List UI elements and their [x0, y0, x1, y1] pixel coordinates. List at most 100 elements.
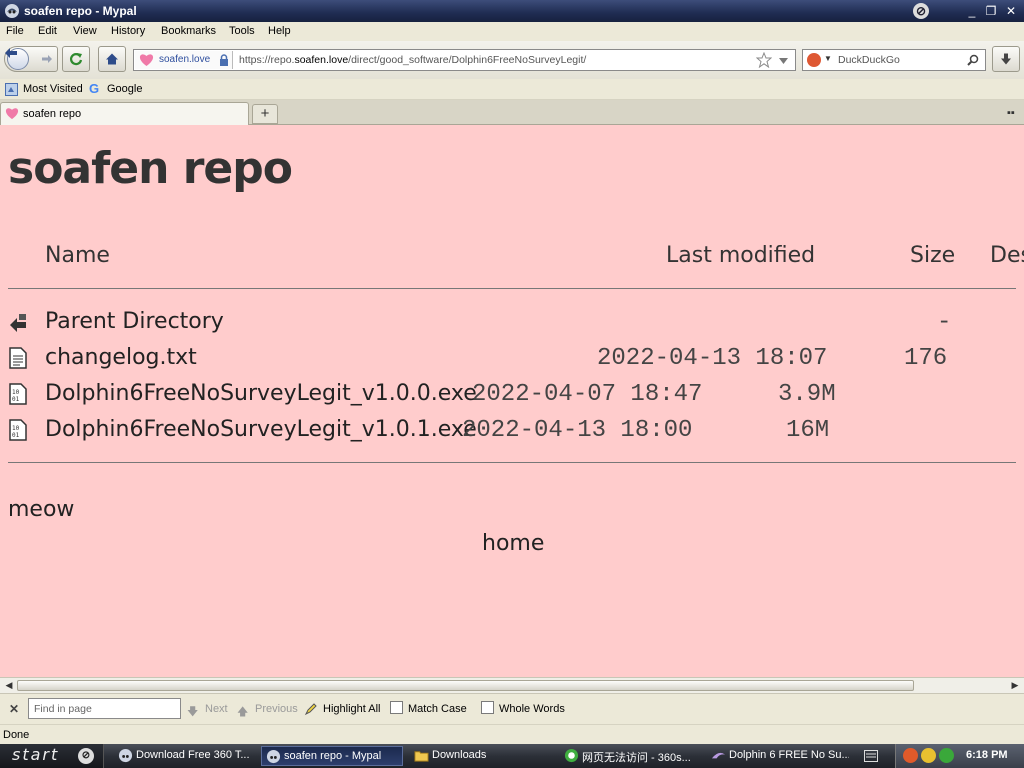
taskbar-item-label: Downloads [432, 749, 487, 761]
scroll-right-icon[interactable]: ▶ [1008, 679, 1022, 692]
column-header-name[interactable]: Name [45, 243, 110, 268]
reload-button[interactable] [62, 46, 90, 72]
tab-list-icon[interactable]: ▪▪ [1007, 107, 1015, 119]
find-bar: ✕ Find in page 🡇 Next 🡅 Previous Highlig… [0, 693, 1024, 724]
engine-dropdown-icon[interactable]: ▼ [824, 54, 832, 63]
file-link-exe-v101[interactable]: Dolphin6FreeNoSurveyLegit_v1.0.1.exe [45, 417, 477, 442]
minimize-button[interactable]: _ [963, 3, 981, 19]
taskbar-item-dolphin[interactable]: Dolphin 6 FREE No Su... [707, 746, 849, 766]
highlighter-icon [304, 703, 317, 716]
close-button[interactable]: ✕ [1002, 3, 1020, 19]
mypal-app-icon [266, 749, 281, 764]
column-header-size[interactable]: Size [910, 243, 955, 268]
bookmark-most-visited[interactable]: Most Visited [23, 83, 83, 95]
taskbar-item-label: soafen repo - Mypal [284, 750, 382, 762]
tray-green-icon[interactable] [939, 748, 954, 763]
file-link-exe-v100[interactable]: Dolphin6FreeNoSurveyLegit_v1.0.0.exe [45, 381, 477, 406]
bookmark-star-icon[interactable] [756, 52, 772, 68]
search-icon[interactable] [967, 54, 979, 66]
menu-bar: File Edit View History Bookmarks Tools H… [0, 22, 1024, 41]
scrollbar-thumb[interactable] [17, 680, 914, 691]
tray-orange-icon[interactable] [903, 748, 918, 763]
home-link[interactable]: home [482, 531, 544, 556]
taskbar-item-360-browser[interactable]: 网页无法访问 - 360s... [560, 746, 702, 766]
match-case-checkbox[interactable] [390, 701, 403, 714]
new-tab-button[interactable]: + [252, 104, 278, 124]
google-icon: G [89, 81, 100, 96]
match-case-label[interactable]: Match Case [408, 703, 467, 715]
download-arrow-icon [1001, 53, 1011, 65]
find-previous-button[interactable]: Previous [255, 703, 298, 715]
highlight-all-button[interactable]: Highlight All [323, 703, 380, 715]
keyboard-icon[interactable] [864, 750, 878, 762]
os-logo-icon[interactable]: ⊘ [913, 3, 929, 19]
url-domain: soafen.love [294, 54, 349, 66]
menu-tools[interactable]: Tools [229, 25, 255, 37]
close-find-bar-icon[interactable]: ✕ [9, 702, 19, 716]
menu-bookmarks[interactable]: Bookmarks [161, 25, 216, 37]
taskbar-item-label: Dolphin 6 FREE No Su... [729, 749, 849, 761]
system-tray: 6:18 PM [895, 744, 1024, 768]
file-link-changelog[interactable]: changelog.txt [45, 345, 197, 370]
scroll-left-icon[interactable]: ◀ [2, 679, 16, 692]
address-bar[interactable]: soafen.love https://repo.soafen.love/dir… [133, 49, 796, 71]
tray-yellow-icon[interactable] [921, 748, 936, 763]
tab-soafen-repo[interactable]: soafen repo [0, 102, 249, 125]
taskbar-item-soafen-repo[interactable]: soafen repo - Mypal [261, 746, 403, 766]
page-title: soafen repo [8, 143, 293, 194]
whole-words-checkbox[interactable] [481, 701, 494, 714]
title-bar: soafen repo - Mypal ⊘ _ ❐ ✕ [0, 0, 1024, 22]
row-date: 2022-04-13 18:07 [597, 345, 828, 372]
svg-text:10: 10 [12, 389, 20, 396]
downloads-button[interactable] [992, 46, 1020, 72]
svg-text:10: 10 [12, 425, 20, 432]
menu-help[interactable]: Help [268, 25, 291, 37]
history-dropdown-icon[interactable] [779, 58, 788, 64]
heart-favicon-icon [5, 108, 19, 120]
start-orb-icon: ⊘ [78, 748, 94, 764]
maximize-button[interactable]: ❐ [982, 3, 1000, 19]
whole-words-label[interactable]: Whole Words [499, 703, 565, 715]
lock-icon [220, 54, 228, 66]
row-size: 16M [786, 417, 830, 444]
url-path: /direct/good_software/Dolphin6FreeNoSurv… [348, 54, 587, 66]
search-bar[interactable]: ▼ DuckDuckGo [802, 49, 986, 71]
menu-view[interactable]: View [73, 25, 97, 37]
taskbar-item-360-download[interactable]: Download Free 360 T... [114, 746, 256, 766]
heart-favicon-icon [139, 54, 154, 66]
previous-arrow-icon[interactable]: 🡅 [237, 703, 248, 722]
taskbar-item-downloads[interactable]: Downloads [410, 746, 552, 766]
row-size: 176 [904, 345, 948, 372]
start-button[interactable]: start ⊘ [0, 744, 104, 768]
column-header-last-modified[interactable]: Last modified [666, 243, 815, 268]
column-header-description[interactable]: Des [990, 243, 1024, 268]
taskbar-clock[interactable]: 6:18 PM [966, 749, 1008, 761]
svg-text:01: 01 [12, 432, 20, 439]
back-arrow-icon[interactable] [5, 48, 29, 70]
next-arrow-icon[interactable]: 🡇 [187, 703, 198, 722]
parent-directory-link[interactable]: Parent Directory [45, 309, 224, 334]
search-engine-placeholder: DuckDuckGo [838, 54, 900, 66]
tab-strip: soafen repo + ▪▪ [0, 100, 1024, 125]
url-prefix: https://repo. [239, 54, 295, 66]
row-date: 2022-04-13 18:00 [462, 417, 693, 444]
site-identity-button[interactable]: soafen.love [135, 51, 233, 69]
binary-file-icon: 1001 [9, 383, 27, 405]
forward-arrow-icon[interactable] [41, 54, 53, 64]
duckduckgo-icon[interactable] [807, 53, 821, 67]
url-text[interactable]: https://repo.soafen.love/direct/good_sof… [239, 54, 586, 66]
menu-history[interactable]: History [111, 25, 145, 37]
horizontal-scrollbar[interactable]: ◀ ▶ [0, 677, 1024, 693]
find-input[interactable]: Find in page [28, 698, 181, 719]
dolphin-icon [711, 752, 726, 759]
home-button[interactable] [98, 46, 126, 72]
back-forward-button[interactable] [4, 46, 58, 72]
header-divider [8, 288, 1016, 289]
mypal-app-icon [118, 748, 133, 763]
find-next-button[interactable]: Next [205, 703, 228, 715]
menu-file[interactable]: File [6, 25, 24, 37]
row-size: 3.9M [778, 381, 836, 408]
menu-edit[interactable]: Edit [38, 25, 57, 37]
bookmark-google[interactable]: Google [107, 83, 142, 95]
taskbar: start ⊘ Download Free 360 T... soafen re… [0, 744, 1024, 768]
